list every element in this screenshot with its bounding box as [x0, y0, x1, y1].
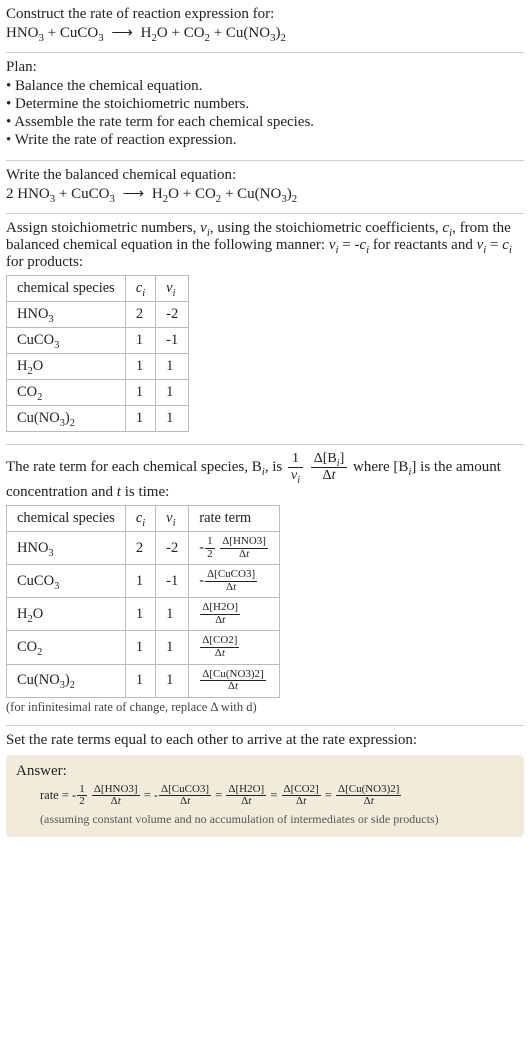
plan-title: Plan: [6, 59, 524, 76]
species-co2: CO2 [195, 186, 221, 202]
delta-b-over-delta-t-fraction: Δ[Bi]Δt [311, 451, 348, 484]
table-header-row: chemical species ci νi [7, 276, 189, 302]
table-row: H2O11 [7, 354, 189, 380]
species-h2o: H2O [152, 186, 179, 202]
divider [6, 160, 524, 161]
col-species: chemical species [7, 276, 126, 302]
plan-list: Balance the chemical equation. Determine… [6, 78, 524, 149]
assign-text: Assign stoichiometric numbers, νi, using… [6, 220, 524, 271]
col-ci: ci [125, 506, 155, 532]
species-hno3: HNO3 [17, 186, 55, 202]
assumption-note: (assuming constant volume and no accumul… [16, 812, 514, 827]
species-co2: CO2 [184, 25, 210, 41]
rate-expression: rate = -12 Δ[HNO3]Δt = -Δ[CuCO3]Δt = Δ[H… [16, 784, 514, 808]
table-row: CuCO3 1 -1 -Δ[CuCO3]Δt [7, 565, 280, 598]
table-row: HNO32-2 [7, 302, 189, 328]
plan-section: Plan: Balance the chemical equation. Det… [6, 55, 524, 158]
table-row: HNO3 2 -2 -12 Δ[HNO3]Δt [7, 532, 280, 565]
table-row: Cu(NO3)211 [7, 406, 189, 432]
col-ci: ci [125, 276, 155, 302]
col-nui: νi [156, 276, 189, 302]
unbalanced-equation: HNO3 + CuCO3 ⟶ H2O + CO2 + Cu(NO3)2 [6, 23, 524, 42]
species-cuno32: Cu(NO3)2 [237, 186, 297, 202]
divider [6, 725, 524, 726]
divider [6, 444, 524, 445]
prompt-section: Construct the rate of reaction expressio… [6, 2, 524, 50]
rateterm-text: The rate term for each chemical species,… [6, 451, 524, 501]
infinitesimal-note: (for infinitesimal rate of change, repla… [6, 700, 524, 715]
col-nui: νi [156, 506, 189, 532]
table-row: CuCO31-1 [7, 328, 189, 354]
reaction-arrow-icon: ⟶ [107, 25, 137, 41]
one-over-nu-fraction: 1νi [288, 451, 303, 484]
species-cuno32: Cu(NO3)2 [226, 25, 286, 41]
plan-item: Write the rate of reaction expression. [6, 132, 524, 149]
answer-label: Answer: [16, 763, 514, 780]
col-rate-term: rate term [189, 506, 280, 532]
rateterm-section: The rate term for each chemical species,… [6, 447, 524, 723]
col-species: chemical species [7, 506, 126, 532]
table-row: Cu(NO3)2 1 1 Δ[Cu(NO3)2]Δt [7, 664, 280, 697]
table-row: CO211 [7, 380, 189, 406]
table-row: CO2 1 1 Δ[CO2]Δt [7, 631, 280, 664]
plan-item: Assemble the rate term for each chemical… [6, 114, 524, 131]
plan-item: Balance the chemical equation. [6, 78, 524, 95]
stoich-table: chemical species ci νi HNO32-2 CuCO31-1 … [6, 275, 189, 432]
species-h2o: H2O [141, 25, 168, 41]
species-cuco3: CuCO3 [60, 25, 104, 41]
rate-term-table: chemical species ci νi rate term HNO3 2 … [6, 505, 280, 697]
table-row: H2O 1 1 Δ[H2O]Δt [7, 598, 280, 631]
answer-box: Answer: rate = -12 Δ[HNO3]Δt = -Δ[CuCO3]… [6, 755, 524, 837]
species-hno3: HNO3 [6, 25, 44, 41]
divider [6, 213, 524, 214]
balanced-equation: 2 HNO3 + CuCO3 ⟶ H2O + CO2 + Cu(NO3)2 [6, 184, 524, 203]
species-cuco3: CuCO3 [71, 186, 115, 202]
plan-item: Determine the stoichiometric numbers. [6, 96, 524, 113]
table-header-row: chemical species ci νi rate term [7, 506, 280, 532]
prompt-text: Construct the rate of reaction expressio… [6, 6, 524, 23]
final-title: Set the rate terms equal to each other t… [6, 732, 524, 749]
balanced-section: Write the balanced chemical equation: 2 … [6, 163, 524, 211]
balanced-title: Write the balanced chemical equation: [6, 167, 524, 184]
assign-section: Assign stoichiometric numbers, νi, using… [6, 216, 524, 442]
final-section: Set the rate terms equal to each other t… [6, 728, 524, 845]
divider [6, 52, 524, 53]
reaction-arrow-icon: ⟶ [119, 186, 149, 202]
